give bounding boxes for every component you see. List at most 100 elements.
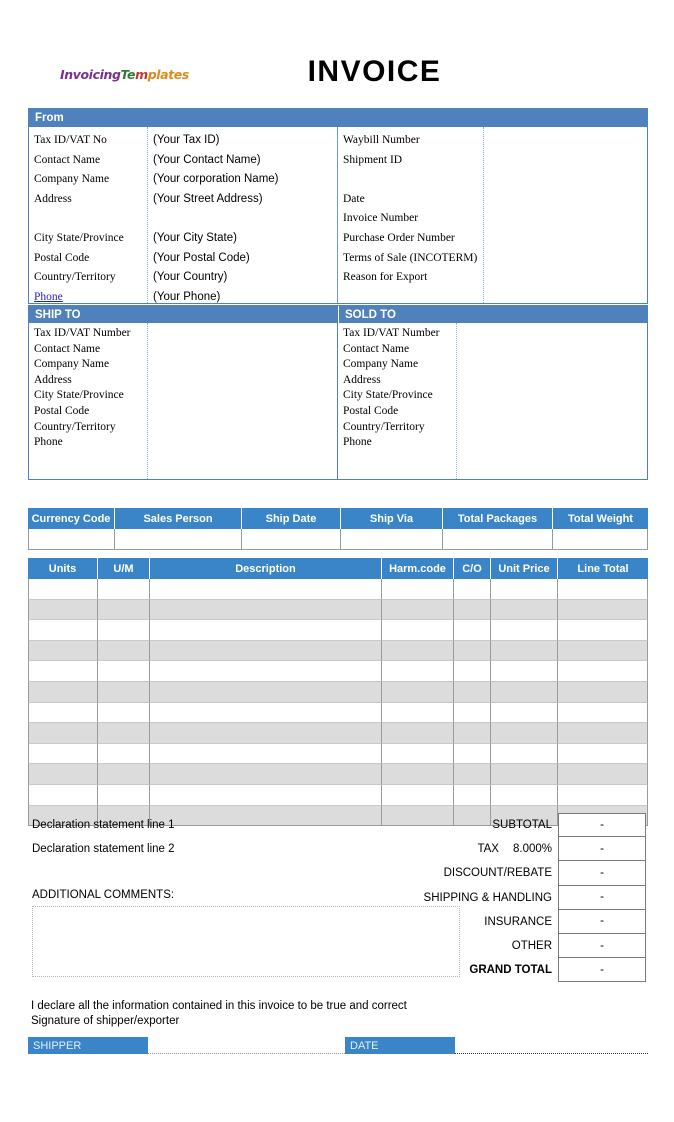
line-items-cell-6[interactable]: [558, 661, 648, 682]
line-items-cell-3[interactable]: [382, 784, 454, 806]
line-items-cell-4[interactable]: [454, 640, 491, 662]
line-items-cell-2[interactable]: [150, 764, 382, 785]
line-items-cell-1[interactable]: [98, 702, 150, 724]
line-items-cell-4[interactable]: [454, 723, 491, 744]
line-items-cell-5[interactable]: [491, 723, 558, 744]
line-items-cell-3[interactable]: [382, 681, 454, 703]
line-items-cell-4[interactable]: [454, 620, 491, 641]
line-items-cell-1[interactable]: [98, 764, 150, 785]
line-items-cell-1[interactable]: [98, 743, 150, 765]
shipping-strip-value-4[interactable]: [443, 529, 553, 550]
line-items-row[interactable]: [28, 661, 648, 682]
line-items-row[interactable]: [28, 640, 648, 662]
line-items-cell-5[interactable]: [491, 743, 558, 765]
line-items-cell-2[interactable]: [150, 579, 382, 600]
from-right-values[interactable]: [484, 127, 647, 303]
shipping-strip-value-3[interactable]: [341, 529, 443, 550]
line-items-cell-5[interactable]: [491, 620, 558, 641]
line-items-cell-0[interactable]: [28, 784, 98, 806]
line-items-cell-1[interactable]: [98, 723, 150, 744]
line-items-cell-6[interactable]: [558, 681, 648, 703]
phone-link[interactable]: Phone: [34, 291, 63, 303]
line-items-cell-3[interactable]: [382, 743, 454, 765]
line-items-cell-1[interactable]: [98, 599, 150, 621]
line-items-cell-6[interactable]: [558, 702, 648, 724]
line-items-row[interactable]: [28, 620, 648, 641]
line-items-row[interactable]: [28, 764, 648, 785]
line-items-cell-0[interactable]: [28, 743, 98, 765]
line-items-cell-4[interactable]: [454, 579, 491, 600]
line-items-cell-5[interactable]: [491, 764, 558, 785]
line-items-cell-0[interactable]: [28, 579, 98, 600]
line-items-cell-2[interactable]: [150, 784, 382, 806]
sold-to-values[interactable]: [457, 323, 647, 479]
line-items-cell-2[interactable]: [150, 702, 382, 724]
shipping-strip-value-2[interactable]: [242, 529, 341, 550]
line-items-cell-4[interactable]: [454, 681, 491, 703]
line-items-cell-6[interactable]: [558, 764, 648, 785]
line-items-cell-3[interactable]: [382, 640, 454, 662]
line-items-cell-1[interactable]: [98, 681, 150, 703]
line-items-row[interactable]: [28, 681, 648, 703]
line-items-row[interactable]: [28, 784, 648, 806]
line-items-cell-6[interactable]: [558, 723, 648, 744]
line-items-cell-0[interactable]: [28, 681, 98, 703]
line-items-cell-3[interactable]: [382, 620, 454, 641]
line-items-cell-4[interactable]: [454, 702, 491, 724]
line-items-cell-5[interactable]: [491, 599, 558, 621]
line-items-cell-6[interactable]: [558, 620, 648, 641]
line-items-cell-2[interactable]: [150, 599, 382, 621]
line-items-cell-3[interactable]: [382, 764, 454, 785]
line-items-cell-6[interactable]: [558, 743, 648, 765]
line-items-cell-4[interactable]: [454, 784, 491, 806]
line-items-cell-2[interactable]: [150, 743, 382, 765]
line-items-cell-2[interactable]: [150, 661, 382, 682]
line-items-cell-4[interactable]: [454, 661, 491, 682]
date-signature-line[interactable]: [455, 1053, 648, 1054]
line-items-cell-0[interactable]: [28, 661, 98, 682]
line-items-cell-2[interactable]: [150, 681, 382, 703]
shipper-signature-line[interactable]: [148, 1053, 345, 1054]
line-items-cell-3[interactable]: [382, 723, 454, 744]
line-items-row[interactable]: [28, 599, 648, 621]
line-items-cell-4[interactable]: [454, 599, 491, 621]
additional-comments-input[interactable]: [32, 906, 460, 977]
shipping-strip-value-1[interactable]: [115, 529, 242, 550]
totals-value-2[interactable]: -: [558, 861, 646, 886]
line-items-cell-1[interactable]: [98, 661, 150, 682]
line-items-cell-1[interactable]: [98, 579, 150, 600]
line-items-cell-5[interactable]: [491, 681, 558, 703]
line-items-cell-6[interactable]: [558, 640, 648, 662]
line-items-row[interactable]: [28, 702, 648, 724]
line-items-cell-2[interactable]: [150, 620, 382, 641]
shipping-strip-values[interactable]: [28, 529, 648, 550]
line-items-cell-0[interactable]: [28, 723, 98, 744]
from-left-values[interactable]: (Your Tax ID) (Your Contact Name) (Your co…: [148, 127, 337, 303]
totals-value-0[interactable]: -: [558, 813, 646, 838]
line-items-cell-3[interactable]: [382, 579, 454, 600]
line-items-cell-5[interactable]: [491, 661, 558, 682]
line-items-cell-0[interactable]: [28, 702, 98, 724]
line-items-cell-1[interactable]: [98, 784, 150, 806]
line-items-cell-6[interactable]: [558, 579, 648, 600]
line-items-row[interactable]: [28, 723, 648, 744]
line-items-cell-5[interactable]: [491, 784, 558, 806]
line-items-cell-5[interactable]: [491, 579, 558, 600]
ship-to-values[interactable]: [148, 323, 337, 479]
line-items-cell-0[interactable]: [28, 620, 98, 641]
line-items-cell-4[interactable]: [454, 743, 491, 765]
shipping-strip-value-5[interactable]: [553, 529, 648, 550]
line-items-cell-3[interactable]: [382, 702, 454, 724]
line-items-cell-6[interactable]: [558, 599, 648, 621]
totals-value-1[interactable]: -: [558, 837, 646, 862]
line-items-row[interactable]: [28, 743, 648, 765]
line-items-cell-2[interactable]: [150, 640, 382, 662]
line-items-cell-4[interactable]: [454, 764, 491, 785]
line-items-cell-6[interactable]: [558, 784, 648, 806]
totals-value-6[interactable]: -: [558, 958, 646, 983]
line-items-cell-2[interactable]: [150, 723, 382, 744]
line-items-cell-3[interactable]: [382, 661, 454, 682]
line-items-cell-0[interactable]: [28, 640, 98, 662]
line-items-cell-3[interactable]: [382, 599, 454, 621]
line-items-cell-1[interactable]: [98, 640, 150, 662]
